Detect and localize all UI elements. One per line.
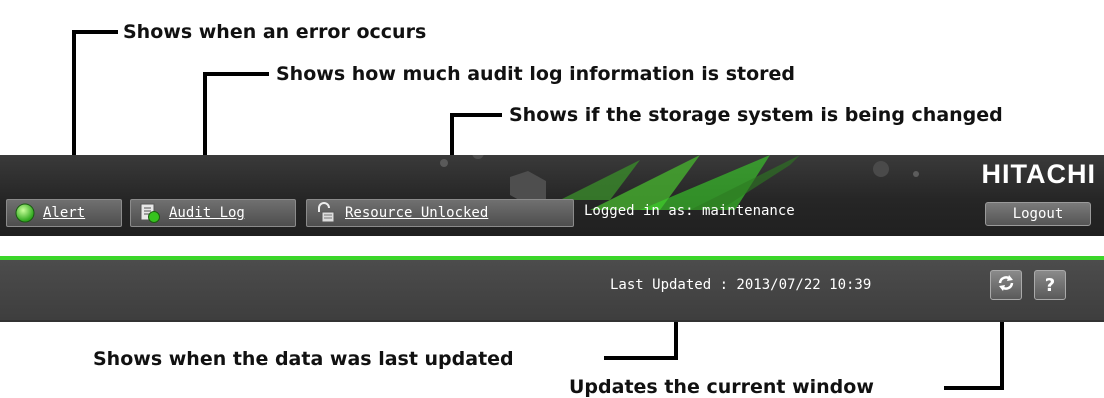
help-button[interactable]: ? xyxy=(1034,270,1066,300)
hitachi-logo: HITACHI xyxy=(981,159,1096,189)
leader-lastupd-h xyxy=(604,356,678,360)
logout-button[interactable]: Logout xyxy=(985,202,1091,226)
last-updated-text: Last Updated : 2013/07/22 10:39 xyxy=(610,277,872,293)
unlocked-padlock-icon xyxy=(315,202,337,224)
refresh-icon xyxy=(996,273,1016,298)
leader-audit-h xyxy=(203,72,269,76)
audit-log-button[interactable]: Audit Log xyxy=(130,199,296,227)
callout-alert: Shows when an error occurs xyxy=(123,21,427,43)
callout-resource: Shows if the storage system is being cha… xyxy=(509,104,1003,126)
resource-button[interactable]: Resource Unlocked xyxy=(306,199,574,227)
audit-log-label: Audit Log xyxy=(169,205,245,221)
green-status-icon xyxy=(15,203,35,223)
audit-log-icon xyxy=(139,202,161,224)
refresh-button[interactable] xyxy=(990,270,1022,300)
leader-resource-h xyxy=(450,113,502,117)
logged-in-text: Logged in as: maintenance xyxy=(584,203,795,219)
leader-resource-v xyxy=(450,113,454,157)
alert-label: Alert xyxy=(43,205,86,221)
resource-label: Resource Unlocked xyxy=(345,205,489,221)
alert-button[interactable]: Alert xyxy=(6,199,122,227)
top-header-bar: HITACHI Alert Audit Log Resource Unlocke… xyxy=(0,155,1104,236)
leader-refresh-h xyxy=(944,386,1004,390)
leader-refresh-v xyxy=(1000,320,1004,390)
callout-audit-log: Shows how much audit log information is … xyxy=(276,63,796,85)
leader-alert-v xyxy=(72,30,76,157)
leader-alert-h xyxy=(72,30,118,34)
leader-lastupd-v xyxy=(674,320,678,360)
callout-last-updated: Shows when the data was last updated xyxy=(93,348,514,370)
leader-audit-v xyxy=(203,72,207,157)
subbar-underline xyxy=(0,320,1104,322)
sub-header-bar: Last Updated : 2013/07/22 10:39 ? xyxy=(0,256,1104,320)
